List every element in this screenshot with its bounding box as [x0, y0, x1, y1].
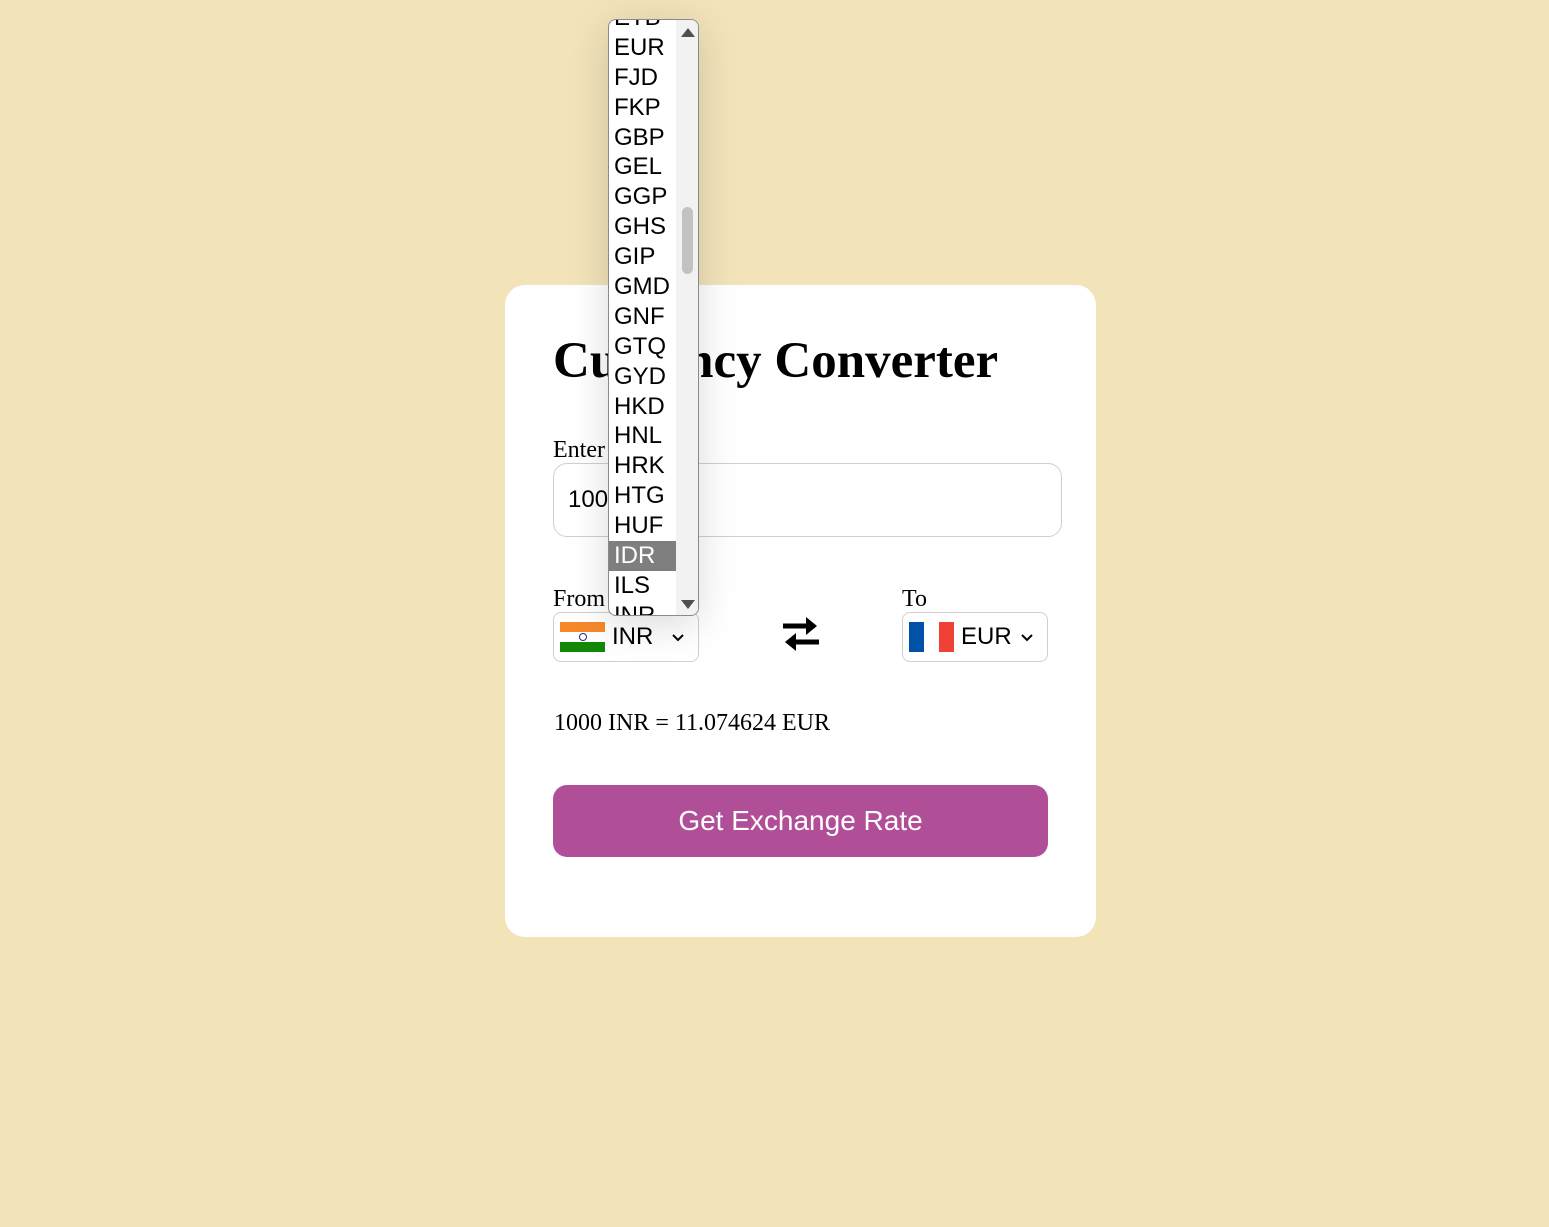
dropdown-option[interactable]: ILS — [609, 571, 676, 601]
swap-button[interactable] — [779, 612, 823, 656]
dropdown-option[interactable]: FKP — [609, 93, 676, 123]
chevron-down-icon — [672, 634, 684, 642]
dropdown-option[interactable]: IDR — [609, 541, 676, 571]
dropdown-option[interactable]: EUR — [609, 33, 676, 63]
dropdown-option[interactable]: HRK — [609, 451, 676, 481]
dropdown-options: ETBEURFJDFKPGBPGELGGPGHSGIPGMDGNFGTQGYDH… — [609, 20, 676, 615]
scrollbar-thumb[interactable] — [682, 207, 693, 274]
dropdown-option[interactable]: HUF — [609, 511, 676, 541]
chevron-down-icon — [1021, 634, 1033, 642]
from-currency-select[interactable]: INR — [553, 612, 699, 662]
scroll-up-arrow-icon[interactable] — [681, 28, 695, 37]
dropdown-option[interactable]: GEL — [609, 152, 676, 182]
dropdown-option[interactable]: HTG — [609, 481, 676, 511]
to-currency-select[interactable]: EUR — [902, 612, 1048, 662]
france-flag-icon — [909, 622, 954, 652]
dropdown-option[interactable]: GTQ — [609, 332, 676, 362]
dropdown-option[interactable]: GIP — [609, 242, 676, 272]
swap-arrows-icon — [783, 617, 819, 651]
dropdown-option[interactable]: ETB — [609, 20, 676, 33]
currency-dropdown-list[interactable]: ETBEURFJDFKPGBPGELGGPGHSGIPGMDGNFGTQGYDH… — [608, 19, 699, 616]
dropdown-option[interactable]: GYD — [609, 362, 676, 392]
dropdown-option[interactable]: GBP — [609, 123, 676, 153]
dropdown-option[interactable]: HKD — [609, 392, 676, 422]
dropdown-scrollbar[interactable] — [676, 20, 698, 615]
dropdown-option[interactable]: HNL — [609, 421, 676, 451]
dropdown-option[interactable]: FJD — [609, 63, 676, 93]
to-label: To — [902, 586, 927, 612]
scroll-down-arrow-icon[interactable] — [681, 600, 695, 609]
to-currency-value: EUR — [961, 623, 1012, 650]
from-label: From — [553, 586, 606, 612]
dropdown-option[interactable]: INR — [609, 601, 676, 615]
dropdown-option[interactable]: GHS — [609, 212, 676, 242]
dropdown-option[interactable]: GGP — [609, 182, 676, 212]
india-flag-icon — [560, 622, 605, 652]
get-exchange-rate-button[interactable]: Get Exchange Rate — [553, 785, 1048, 857]
dropdown-option[interactable]: GMD — [609, 272, 676, 302]
dropdown-option[interactable]: GNF — [609, 302, 676, 332]
from-currency-value: INR — [612, 623, 654, 650]
exchange-result: 1000 INR = 11.074624 EUR — [554, 710, 830, 736]
